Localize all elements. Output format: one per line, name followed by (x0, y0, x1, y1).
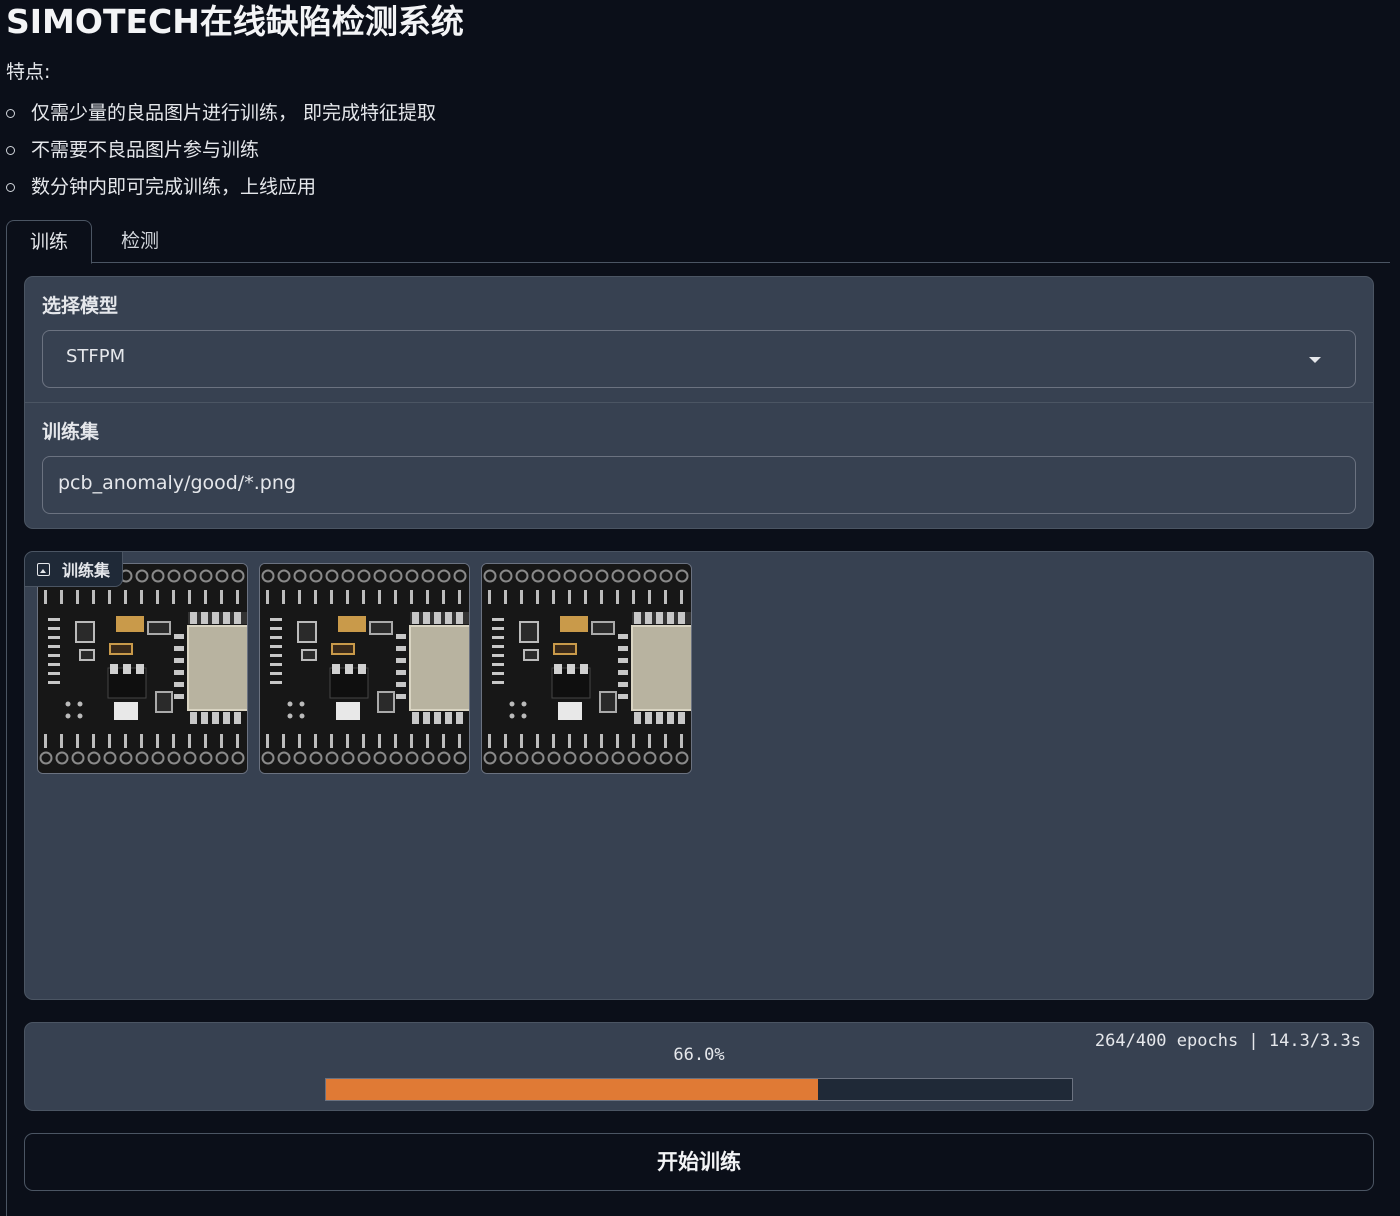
progress-bar (325, 1078, 1073, 1101)
tab-train[interactable]: 训练 (6, 220, 92, 264)
feature-list: 仅需少量的良品图片进行训练， 即完成特征提取 不需要不良品图片参与训练 数分钟内… (6, 94, 436, 205)
progress-bar-fill (326, 1079, 819, 1100)
model-select[interactable]: STFPM (42, 330, 1356, 388)
progress-percent: 66.0% (673, 1045, 725, 1065)
feature-text: 仅需少量的良品图片进行训练， 即完成特征提取 (31, 101, 437, 124)
model-select-value: STFPM (66, 346, 126, 367)
model-select-label: 选择模型 (42, 295, 119, 317)
tab-detect[interactable]: 检测 (98, 220, 182, 262)
train-set-gallery: 训练集 (24, 551, 1374, 1000)
gallery-thumbnail[interactable] (259, 563, 470, 774)
pcb-image (38, 564, 247, 773)
image-icon (37, 562, 50, 576)
train-set-input[interactable]: pcb_anomaly/good/*.png (42, 456, 1356, 514)
training-progress: 264/400 epochs | 14.3/3.3s 66.0% (24, 1022, 1374, 1111)
feature-item: 仅需少量的良品图片进行训练， 即完成特征提取 (6, 94, 436, 131)
pcb-image (260, 564, 469, 773)
model-select-row: 选择模型 STFPM (25, 277, 1373, 401)
gallery-label-text: 训练集 (62, 561, 111, 580)
train-tab-panel: 选择模型 STFPM 训练集 pcb_anomaly/good/*.png 训练… (6, 262, 1391, 1216)
bullet-icon (6, 146, 15, 155)
feature-text: 不需要不良品图片参与训练 (31, 138, 260, 161)
gallery-thumbnail[interactable] (37, 563, 248, 774)
train-set-input-value: pcb_anomaly/good/*.png (58, 472, 296, 494)
feature-item: 数分钟内即可完成训练，上线应用 (6, 168, 436, 205)
start-training-button[interactable]: 开始训练 (24, 1133, 1374, 1191)
bullet-icon (6, 183, 15, 192)
gallery-thumbnail[interactable] (481, 563, 692, 774)
feature-text: 数分钟内即可完成训练，上线应用 (31, 175, 317, 198)
bullet-icon (6, 109, 15, 118)
training-form: 选择模型 STFPM 训练集 pcb_anomaly/good/*.png (24, 276, 1374, 529)
app-root: SIMOTECH在线缺陷检测系统 特点: 仅需少量的良品图片进行训练， 即完成特… (0, 0, 1400, 1216)
train-set-label: 训练集 (42, 421, 100, 443)
train-set-row: 训练集 pcb_anomaly/good/*.png (25, 402, 1373, 528)
feature-item: 不需要不良品图片参与训练 (6, 131, 436, 168)
features-label: 特点: (6, 61, 51, 83)
gallery-label: 训练集 (25, 552, 124, 587)
page-title: SIMOTECH在线缺陷检测系统 (6, 2, 464, 41)
dropdown-caret-icon (1309, 357, 1321, 363)
pcb-image (482, 564, 691, 773)
tab-bar: 训练 检测 (6, 220, 1390, 264)
